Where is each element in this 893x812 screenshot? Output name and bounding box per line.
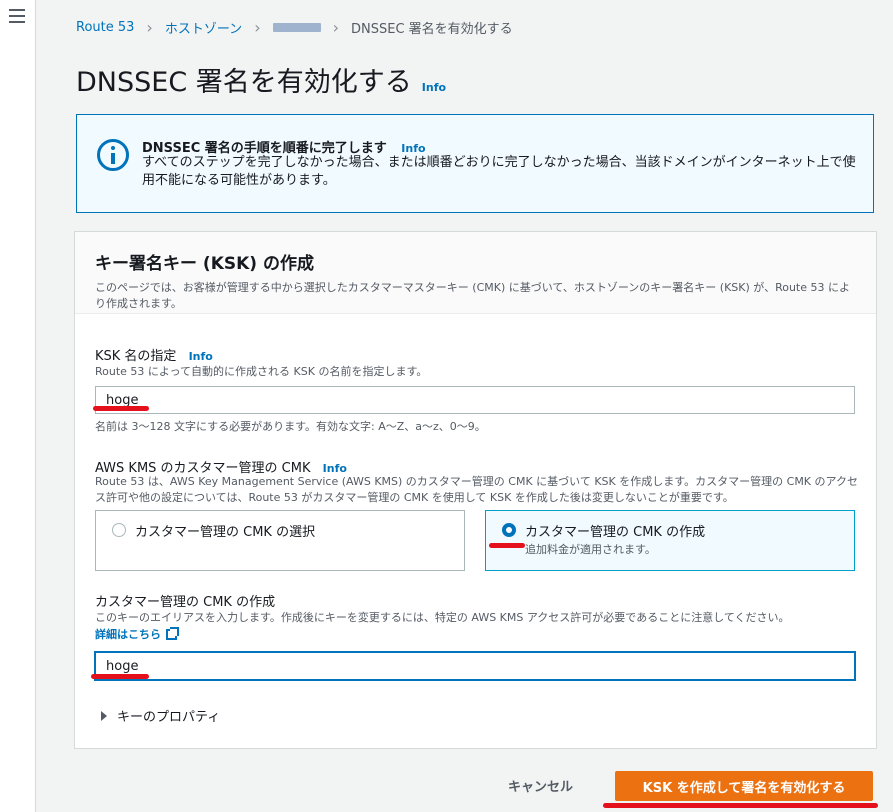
main-content: Route 53 › ホストゾーン › › DNSSEC 署名を有効化する DN…	[36, 0, 893, 812]
radio-create-cmk-sub: 追加料金が適用されます。	[525, 543, 656, 556]
radio-unselected-icon[interactable]	[112, 523, 126, 537]
left-navigation-rail	[0, 0, 36, 812]
ksk-name-label-text: KSK 名の指定	[95, 349, 177, 364]
breadcrumb-route53[interactable]: Route 53	[76, 20, 134, 35]
ksk-name-label: KSK 名の指定 Info	[95, 345, 213, 364]
chevron-right-icon: ›	[254, 18, 261, 37]
alert-body: すべてのステップを完了しなかった場合、または順番どおりに完了しなかった場合、当該…	[142, 155, 856, 188]
key-properties-label: キーのプロパティ	[117, 710, 221, 725]
breadcrumb-current: DNSSEC 署名を有効化する	[351, 22, 513, 37]
cmk-alias-input[interactable]	[95, 652, 855, 680]
menu-bar	[9, 9, 25, 11]
page-title: DNSSEC 署名を有効化する	[76, 67, 412, 98]
create-ksk-enable-signing-button[interactable]: KSK を作成して署名を有効化する	[615, 771, 873, 801]
learn-more-link[interactable]: 詳細はこちら	[95, 626, 179, 642]
ksk-container-header: キー署名キー (KSK) の作成 このページでは、お客様が管理する中から選択した…	[75, 232, 876, 314]
ksk-name-description: Route 53 によって自動的に作成される KSK の名前を指定します。	[95, 365, 428, 378]
cancel-button[interactable]: キャンセル	[508, 776, 573, 795]
annotation-underline	[603, 803, 878, 808]
external-link-icon	[166, 626, 179, 640]
create-cmk-label: カスタマー管理の CMK の作成	[95, 595, 276, 610]
ksk-section-description: このページでは、お客様が管理する中から選択したカスタマーマスターキー (CMK)…	[95, 281, 850, 310]
annotation-underline	[93, 406, 149, 411]
key-properties-expander[interactable]: キーのプロパティ	[101, 706, 220, 725]
ksk-section-title: キー署名キー (KSK) の作成	[95, 254, 314, 274]
breadcrumb-hosted-zones[interactable]: ホストゾーン	[165, 18, 242, 37]
annotation-underline	[489, 543, 525, 548]
hamburger-menu-icon[interactable]	[9, 9, 25, 23]
menu-bar	[9, 15, 25, 17]
radio-select-cmk-label: カスタマー管理の CMK の選択	[135, 525, 316, 540]
ksk-name-input[interactable]	[95, 386, 855, 414]
breadcrumb: Route 53 › ホストゾーン › › DNSSEC 署名を有効化する	[76, 18, 513, 38]
create-cmk-description: このキーのエイリアスを入力します。作成後にキーを変更するには、特定の AWS K…	[95, 611, 790, 624]
page-info-link[interactable]: Info	[422, 81, 446, 94]
radio-selected-icon[interactable]	[502, 523, 516, 537]
menu-bar	[9, 21, 25, 23]
radio-create-cmk[interactable]: カスタマー管理の CMK の作成 追加料金が適用されます。	[485, 510, 855, 571]
radio-select-cmk[interactable]: カスタマー管理の CMK の選択	[95, 510, 465, 571]
info-alert: DNSSEC 署名の手順を順番に完了します Info すべてのステップを完了しな…	[76, 114, 874, 213]
breadcrumb-hosted-zone-redacted[interactable]	[272, 23, 321, 32]
caret-right-icon	[101, 710, 107, 721]
learn-more-text[interactable]: 詳細はこちら	[95, 626, 161, 642]
ksk-name-info-link[interactable]: Info	[189, 350, 213, 363]
ksk-container: キー署名キー (KSK) の作成 このページでは、お客様が管理する中から選択した…	[74, 231, 877, 749]
radio-create-cmk-label: カスタマー管理の CMK の作成	[525, 525, 706, 540]
cmk-description: Route 53 は、AWS Key Management Service (A…	[95, 475, 858, 504]
chevron-right-icon: ›	[332, 18, 339, 37]
info-circle-icon	[97, 139, 129, 171]
page-header: DNSSEC 署名を有効化する Info	[76, 60, 446, 99]
annotation-underline	[91, 674, 149, 679]
chevron-right-icon: ›	[146, 18, 153, 37]
ksk-name-constraint: 名前は 3～128 文字にする必要があります。有効な文字: A～Z、a～z、0～…	[95, 420, 486, 433]
